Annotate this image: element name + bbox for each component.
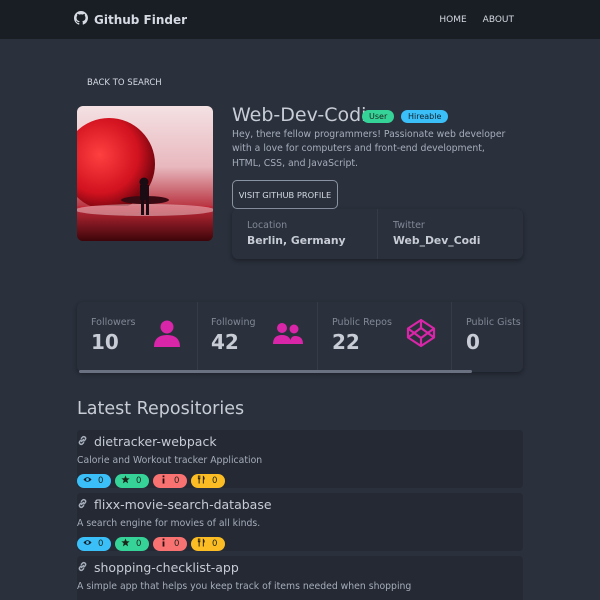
- location-cell: Location Berlin, Germany: [232, 209, 377, 259]
- forks-badge: 0: [191, 537, 225, 551]
- hireable-badge: Hireable: [401, 110, 449, 123]
- visit-github-profile-button[interactable]: VISIT GITHUB PROFILE: [232, 180, 338, 209]
- link-icon: [77, 434, 94, 449]
- star-icon: [121, 538, 136, 550]
- brand-title: Github Finder: [94, 12, 188, 27]
- watchers-count: 0: [98, 476, 104, 486]
- forks-count: 0: [212, 539, 218, 549]
- back-to-search-button[interactable]: BACK TO SEARCH: [77, 72, 172, 94]
- repo-badges: 0 0 0 0: [77, 474, 225, 488]
- stat-public-repos: Public Repos 22: [317, 302, 451, 372]
- utensils-icon: [197, 538, 212, 550]
- stat-label: Followers: [91, 317, 136, 328]
- link-icon: [77, 497, 94, 512]
- stats-scrollbar[interactable]: [79, 370, 472, 373]
- info-icon: [159, 475, 174, 487]
- repo-card: dietracker-webpack Calorie and Workout t…: [77, 430, 523, 488]
- location-value: Berlin, Germany: [247, 234, 346, 247]
- info-icon: [159, 538, 174, 550]
- stars-count: 0: [136, 539, 142, 549]
- issues-count: 0: [174, 476, 180, 486]
- utensils-icon: [197, 475, 212, 487]
- star-icon: [121, 475, 136, 487]
- stars-count: 0: [136, 476, 142, 486]
- repo-card: flixx-movie-search-database A search eng…: [77, 493, 523, 551]
- profile-details-card: Location Berlin, Germany Twitter Web_Dev…: [232, 209, 523, 259]
- github-icon: [74, 11, 94, 28]
- issues-count: 0: [174, 539, 180, 549]
- stat-value: 10: [91, 330, 119, 354]
- issues-badge: 0: [153, 537, 187, 551]
- stat-value: 42: [211, 330, 239, 354]
- stat-public-gists: Public Gists 0: [451, 302, 523, 372]
- repo-badges: 0 0 0 0: [77, 537, 225, 551]
- codepen-icon: [406, 318, 436, 348]
- stars-badge: 0: [115, 474, 149, 488]
- forks-count: 0: [212, 476, 218, 486]
- stat-label: Public Gists: [466, 317, 521, 328]
- user-type-badge: User: [362, 110, 395, 123]
- nav-links: HOME ABOUT: [431, 0, 514, 39]
- repo-name: shopping-checklist-app: [94, 560, 239, 575]
- twitter-label: Twitter: [393, 220, 425, 231]
- twitter-value[interactable]: Web_Dev_Codi: [393, 234, 523, 247]
- repo-link[interactable]: shopping-checklist-app: [77, 560, 239, 575]
- link-icon: [77, 560, 94, 575]
- navbar: Github Finder HOME ABOUT: [0, 0, 600, 39]
- brand[interactable]: Github Finder: [74, 11, 187, 28]
- stat-label: Public Repos: [332, 317, 392, 328]
- users-icon: [273, 322, 303, 346]
- profile-name: Web-Dev-Codi: [232, 104, 367, 126]
- eye-icon: [83, 538, 98, 550]
- repo-link[interactable]: dietracker-webpack: [77, 434, 217, 449]
- latest-repositories-title: Latest Repositories: [77, 399, 245, 419]
- repo-link[interactable]: flixx-movie-search-database: [77, 497, 272, 512]
- repo-card: shopping-checklist-app A simple app that…: [77, 556, 523, 600]
- stat-value: 22: [332, 330, 360, 354]
- repo-name: flixx-movie-search-database: [94, 497, 272, 512]
- watchers-badge: 0: [77, 474, 111, 488]
- repo-name: dietracker-webpack: [94, 434, 217, 449]
- stats-card[interactable]: Followers 10 Following 42 Public Repos 2…: [77, 302, 523, 372]
- nav-link-about[interactable]: ABOUT: [475, 15, 514, 25]
- eye-icon: [83, 475, 98, 487]
- stat-following: Following 42: [197, 302, 317, 372]
- repo-description: A simple app that helps you keep track o…: [77, 581, 412, 592]
- stat-followers: Followers 10: [77, 302, 197, 372]
- twitter-cell: Twitter Web_Dev_Codi: [377, 209, 523, 259]
- location-label: Location: [247, 220, 288, 231]
- nav-link-home[interactable]: HOME: [431, 15, 474, 25]
- issues-badge: 0: [153, 474, 187, 488]
- forks-badge: 0: [191, 474, 225, 488]
- stat-label: Following: [211, 317, 256, 328]
- watchers-badge: 0: [77, 537, 111, 551]
- stat-value: 0: [466, 330, 480, 354]
- profile-bio: Hey, there fellow programmers! Passionat…: [232, 129, 506, 169]
- watchers-count: 0: [98, 539, 104, 549]
- stars-badge: 0: [115, 537, 149, 551]
- repo-description: Calorie and Workout tracker Application: [77, 455, 263, 466]
- repo-description: A search engine for movies of all kinds.: [77, 518, 261, 529]
- avatar: [77, 106, 213, 241]
- user-icon: [152, 318, 182, 348]
